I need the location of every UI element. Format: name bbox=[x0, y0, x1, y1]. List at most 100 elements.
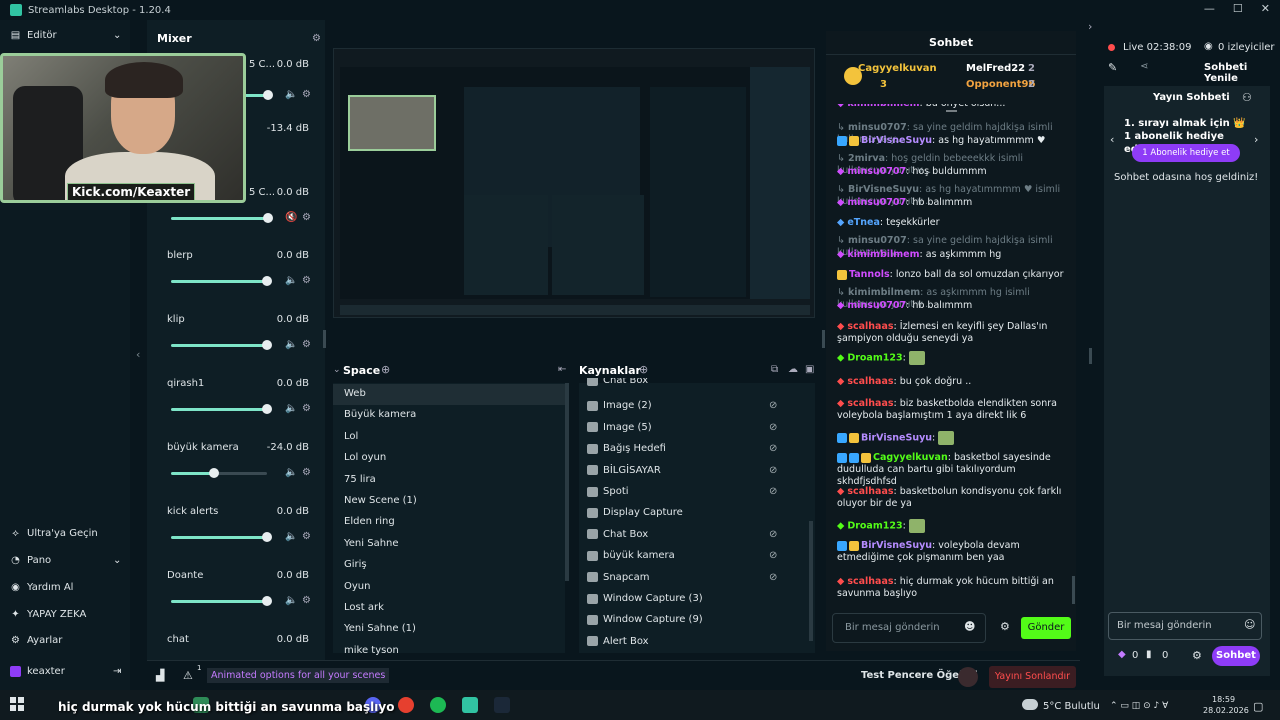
source-item[interactable]: BİLGİSAYAR bbox=[587, 465, 661, 476]
collapse-icon[interactable]: ⇤ bbox=[558, 364, 566, 375]
stats-icon[interactable]: ▟ bbox=[156, 669, 164, 682]
volume-knob[interactable] bbox=[262, 276, 272, 286]
chat-username[interactable]: Tannols bbox=[849, 269, 890, 280]
visibility-toggle-icon[interactable]: ⊘ bbox=[769, 465, 777, 476]
chat-username[interactable]: scalhaas bbox=[847, 376, 893, 387]
chat-username[interactable]: minsu0707 bbox=[848, 235, 907, 246]
volume-icon[interactable]: 🔈 bbox=[285, 531, 297, 542]
volume-slider[interactable] bbox=[171, 344, 267, 347]
steam-icon[interactable] bbox=[494, 697, 510, 713]
end-stream-button[interactable]: Yayını Sonlandır bbox=[989, 666, 1076, 688]
source-scrollbar[interactable] bbox=[809, 521, 813, 641]
chat-settings-icon[interactable]: ⚙ bbox=[1000, 620, 1010, 633]
scene-item[interactable]: Oyun bbox=[344, 581, 370, 592]
source-item[interactable]: Image (2) bbox=[587, 400, 652, 411]
gift-sub-button[interactable]: 1 Abonelik hediye et bbox=[1132, 144, 1240, 162]
record-icon[interactable] bbox=[958, 667, 978, 687]
add-scene-icon[interactable]: ⊕ bbox=[381, 363, 390, 376]
volume-icon[interactable]: 🔈 bbox=[285, 595, 297, 606]
mixer-settings-icon[interactable]: ⚙ bbox=[312, 33, 321, 44]
volume-slider[interactable] bbox=[171, 217, 267, 220]
stream-chat-settings-icon[interactable]: ⚙ bbox=[1192, 649, 1202, 662]
source-item[interactable]: Display Capture bbox=[587, 507, 683, 518]
scene-item[interactable]: Elden ring bbox=[344, 516, 395, 527]
source-item[interactable]: Image (5) bbox=[587, 422, 652, 433]
chat-input[interactable]: Bir mesaj gönderin bbox=[832, 613, 986, 643]
gear-icon[interactable]: ⚙ bbox=[302, 403, 311, 414]
nav-user[interactable]: keaxter ⇥ bbox=[10, 666, 121, 677]
visibility-toggle-icon[interactable]: ⊘ bbox=[769, 422, 777, 433]
scene-item[interactable]: Yeni Sahne (1) bbox=[344, 623, 416, 634]
gear-icon[interactable]: ⚙ bbox=[302, 531, 311, 542]
volume-icon[interactable]: 🔈 bbox=[285, 467, 297, 478]
source-item[interactable]: Alert Box bbox=[587, 636, 649, 647]
chevron-down-icon[interactable]: ⌄ bbox=[333, 365, 341, 375]
chat-username[interactable]: BirVisneSuyu bbox=[861, 540, 932, 551]
chat-username[interactable]: Droam123 bbox=[847, 353, 902, 364]
refresh-chat-button[interactable]: Sohbeti Yenile bbox=[1204, 62, 1280, 84]
streamlabs-icon[interactable] bbox=[462, 697, 478, 713]
volume-knob[interactable] bbox=[262, 340, 272, 350]
mute-icon[interactable]: 🔇 bbox=[285, 212, 297, 223]
minimize-icon[interactable]: — bbox=[1204, 2, 1215, 15]
nav-dashboard[interactable]: ◔ Pano ⌄ bbox=[10, 555, 121, 566]
chrome-icon[interactable] bbox=[398, 697, 414, 713]
stream-chat-send-button[interactable]: Sohbet bbox=[1212, 646, 1260, 666]
chat-username[interactable]: BirVisneSuyu bbox=[861, 135, 932, 146]
source-settings-icon[interactable]: ▣ bbox=[805, 364, 814, 375]
volume-knob[interactable] bbox=[263, 213, 273, 223]
gear-icon[interactable]: ⚙ bbox=[302, 89, 311, 100]
nav-ai[interactable]: ✦ YAPAY ZEKA bbox=[10, 609, 86, 620]
chat-username[interactable]: kimimbilmem bbox=[848, 287, 920, 298]
volume-knob[interactable] bbox=[262, 404, 272, 414]
scene-item[interactable]: Lol bbox=[344, 431, 358, 442]
chat-username[interactable]: 2mirva bbox=[848, 153, 885, 164]
volume-slider[interactable] bbox=[171, 600, 267, 603]
volume-slider[interactable] bbox=[171, 280, 267, 283]
volume-icon[interactable]: 🔈 bbox=[285, 275, 297, 286]
chat-username[interactable]: kimimbilmem bbox=[847, 249, 919, 260]
send-button[interactable]: Gönder bbox=[1021, 617, 1071, 639]
volume-slider[interactable] bbox=[171, 536, 267, 539]
volume-knob[interactable] bbox=[262, 596, 272, 606]
scene-item[interactable]: Lost ark bbox=[344, 602, 384, 613]
collapse-nav-icon[interactable]: ‹ bbox=[136, 348, 140, 361]
visibility-toggle-icon[interactable]: ⊘ bbox=[769, 529, 777, 540]
volume-knob[interactable] bbox=[262, 532, 272, 542]
scene-item[interactable]: Yeni Sahne bbox=[344, 538, 399, 549]
volume-icon[interactable]: 🔈 bbox=[285, 403, 297, 414]
stream-chat-input[interactable]: Bir mesaj gönderin bbox=[1108, 612, 1262, 640]
chat-username[interactable]: minsu0707 bbox=[847, 166, 906, 177]
start-icon[interactable] bbox=[10, 697, 24, 711]
chat-username[interactable]: Cagyyelkuvan bbox=[873, 452, 948, 463]
notice-text[interactable]: Animated options for all your scenes bbox=[207, 668, 390, 683]
chat-username[interactable]: eTnea bbox=[847, 217, 880, 228]
splitter-handle[interactable] bbox=[323, 330, 326, 348]
chat-scrollbar[interactable] bbox=[1072, 576, 1075, 604]
chat-username[interactable]: scalhaas bbox=[847, 576, 893, 587]
nav-help[interactable]: ◉ Yardım Al bbox=[10, 582, 73, 593]
alert-icon[interactable]: ⚠ bbox=[183, 669, 193, 682]
chat-username[interactable]: minsu0707 bbox=[847, 300, 906, 311]
notification-icon[interactable]: ▢ bbox=[1253, 700, 1263, 713]
scene-item[interactable]: Web bbox=[344, 388, 366, 399]
weather-text[interactable]: 5°C Bulutlu bbox=[1043, 701, 1100, 712]
volume-knob[interactable] bbox=[263, 90, 273, 100]
splitter-handle[interactable] bbox=[822, 330, 825, 348]
visibility-toggle-icon[interactable]: ⊘ bbox=[769, 486, 777, 497]
volume-icon[interactable]: 🔈 bbox=[285, 339, 297, 350]
clock-date[interactable]: 28.02.2026 bbox=[1203, 706, 1249, 715]
chat-username[interactable]: kimimbilmem bbox=[847, 104, 919, 109]
source-item[interactable]: Chat Box bbox=[587, 378, 648, 386]
scene-item[interactable]: mike tyson bbox=[344, 645, 399, 656]
gear-icon[interactable]: ⚙ bbox=[302, 467, 311, 478]
chat-username[interactable]: Droam123 bbox=[847, 521, 902, 532]
chat-username[interactable]: minsu0707 bbox=[847, 197, 906, 208]
gear-icon[interactable]: ⚙ bbox=[302, 595, 311, 606]
chevron-right-icon[interactable]: › bbox=[1088, 20, 1092, 33]
chat-username[interactable]: scalhaas bbox=[847, 321, 893, 332]
nav-settings[interactable]: ⚙ Ayarlar bbox=[10, 635, 62, 646]
source-item[interactable]: Bağış Hedefi bbox=[587, 443, 666, 454]
volume-icon[interactable]: 🔈 bbox=[285, 89, 297, 100]
gear-icon[interactable]: ⚙ bbox=[302, 212, 311, 223]
